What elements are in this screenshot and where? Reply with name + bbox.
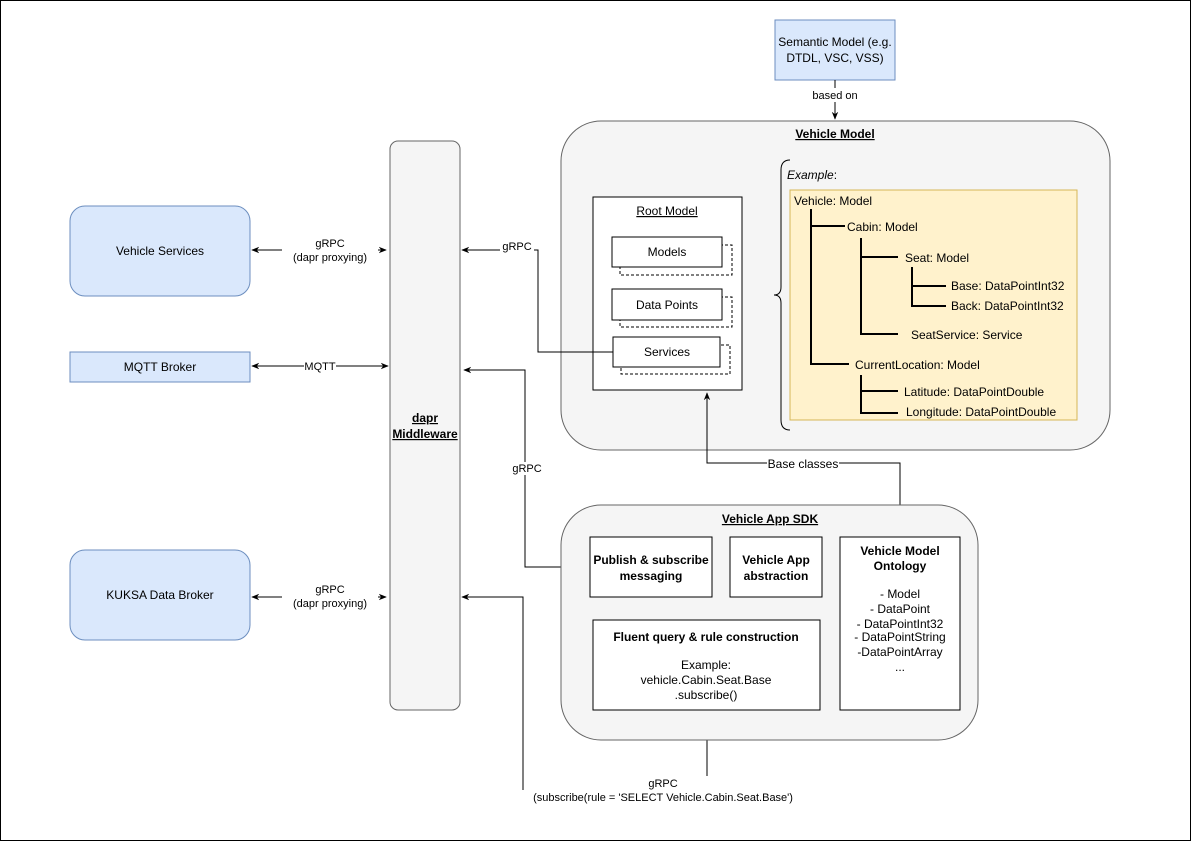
mqtt-broker-label: MQTT Broker — [124, 360, 196, 374]
app-abstraction-box[interactable]: Vehicle App abstraction — [729, 536, 823, 598]
tree-current-location: CurrentLocation: Model — [855, 358, 980, 372]
tree-latitude: Latitude: DataPointDouble — [904, 385, 1044, 399]
root-model-title: Root Model — [636, 204, 697, 218]
services-label: Services — [644, 345, 690, 359]
example-tree: Vehicle: Model Cabin: Model Seat: Model … — [789, 189, 1078, 421]
tree-cabin: Cabin: Model — [847, 220, 918, 234]
tree-vehicle: Vehicle: Model — [794, 194, 872, 208]
mqtt-broker-node[interactable]: MQTT Broker — [69, 351, 251, 383]
middleware-line2: Middleware — [392, 427, 458, 441]
tree-base: Base: DataPointInt32 — [951, 279, 1065, 293]
fluent-line1: Example: — [681, 658, 731, 672]
pubsub-box[interactable]: Publish & subscribe messaging — [589, 536, 713, 598]
tree-back: Back: DataPointInt32 — [951, 299, 1064, 313]
ontology-line1: Vehicle Model — [860, 544, 939, 558]
kuksa-node[interactable]: KUKSA Data Broker — [69, 549, 251, 641]
example-heading: Example: — [787, 168, 837, 182]
pubsub-line2: messaging — [620, 569, 683, 583]
fluent-title: Fluent query & rule construction — [613, 630, 798, 644]
services-grpc-label: gRPC — [502, 241, 531, 253]
vehicle-services-label: Vehicle Services — [116, 244, 204, 258]
fluent-query-box[interactable]: Fluent query & rule construction Example… — [592, 619, 821, 711]
ontology-item: - DataPointString — [854, 630, 945, 644]
based-on-label: based on — [812, 90, 857, 102]
dapr-middleware-node[interactable]: dapr Middleware — [389, 140, 461, 711]
vehicle-services-node[interactable]: Vehicle Services — [69, 205, 251, 297]
middleware-line1: dapr — [412, 411, 438, 425]
models-label: Models — [648, 245, 687, 259]
vs-edge-sublabel: (dapr proxying) — [293, 252, 367, 264]
ontology-item: - Model — [880, 587, 920, 601]
semantic-model-line1: Semantic Model (e.g. — [778, 35, 891, 49]
ontology-line2: Ontology — [874, 559, 927, 573]
mqtt-edge-label: MQTT — [304, 361, 335, 373]
subscribe-grpc-label: gRPC — [648, 778, 677, 790]
vs-edge-label: gRPC — [315, 238, 344, 250]
kuksa-label: KUKSA Data Broker — [106, 588, 213, 602]
fluent-line3: .subscribe() — [675, 688, 738, 702]
kuksa-edge-sublabel: (dapr proxying) — [293, 598, 367, 610]
ontology-item: ... — [895, 660, 905, 674]
app-abstraction-line2: abstraction — [744, 569, 809, 583]
app-abstraction-line1: Vehicle App — [742, 553, 810, 567]
tree-longitude: Longitude: DataPointDouble — [906, 405, 1056, 419]
vehicle-model-title: Vehicle Model — [795, 127, 874, 141]
ontology-item: - DataPointInt32 — [857, 617, 944, 631]
semantic-model-line2: DTDL, VSC, VSS) — [786, 51, 883, 65]
semantic-model-node[interactable]: Semantic Model (e.g. DTDL, VSC, VSS) — [774, 19, 896, 81]
ontology-box[interactable]: Vehicle Model Ontology - Model - DataPoi… — [839, 536, 961, 711]
fluent-line2: vehicle.Cabin.Seat.Base — [641, 673, 772, 687]
pubsub-line1: Publish & subscribe — [593, 553, 709, 567]
data-points-label: Data Points — [636, 298, 698, 312]
ontology-item: - DataPoint — [870, 602, 931, 616]
sdk-title: Vehicle App SDK — [722, 512, 819, 526]
base-classes-label: Base classes — [768, 457, 839, 471]
ontology-item: -DataPointArray — [857, 645, 942, 659]
tree-seat-service: SeatService: Service — [911, 328, 1023, 342]
pubsub-grpc-label: gRPC — [512, 463, 541, 475]
subscribe-rule-label: (subscribe(rule = 'SELECT Vehicle.Cabin.… — [533, 792, 793, 804]
architecture-diagram: Semantic Model (e.g. DTDL, VSC, VSS) bas… — [0, 0, 1191, 841]
tree-seat: Seat: Model — [905, 251, 969, 265]
kuksa-edge-label: gRPC — [315, 584, 344, 596]
